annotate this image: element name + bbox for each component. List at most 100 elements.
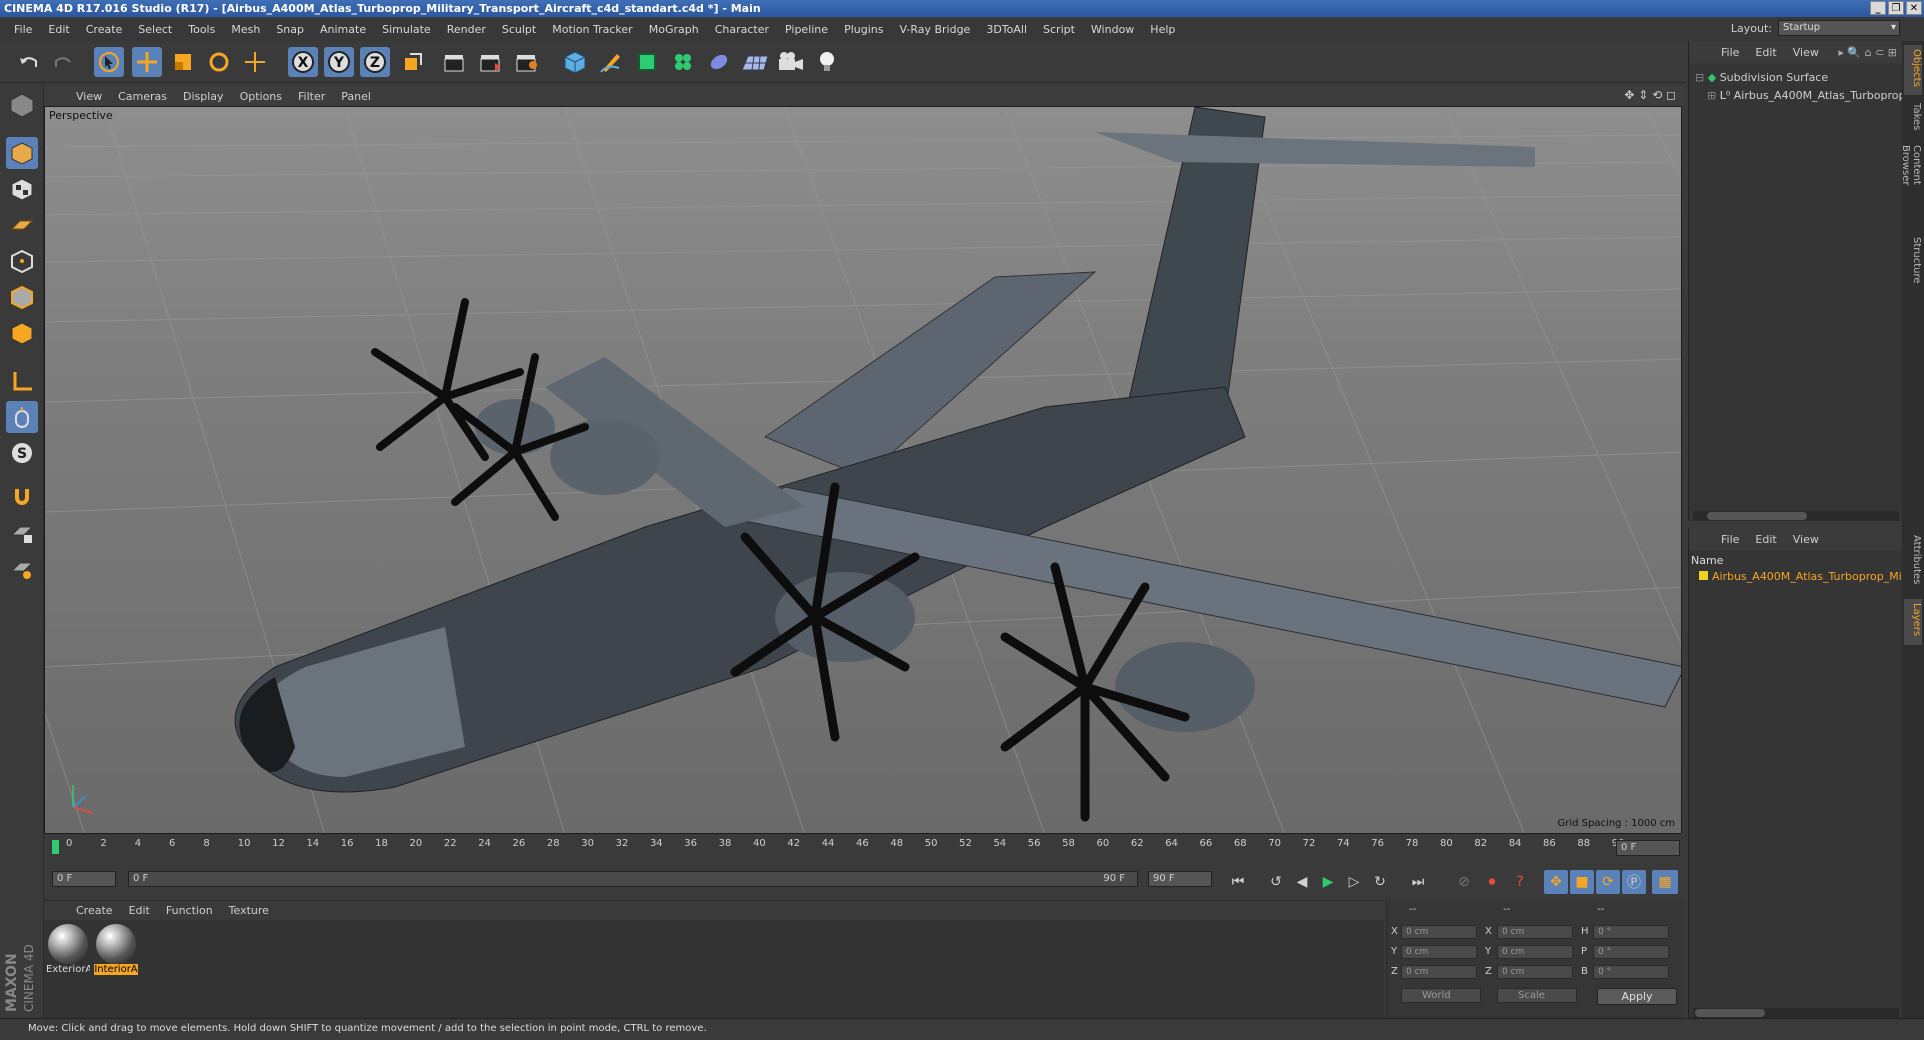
viewport-menu-cameras[interactable]: Cameras — [110, 90, 175, 103]
viewport-nav-icons[interactable]: ✥ ⇕ ⟲ ◻ — [1624, 88, 1676, 102]
key-scale-button[interactable]: ■ — [1570, 870, 1594, 894]
edges-mode-button[interactable] — [6, 281, 38, 313]
size-x-field[interactable]: 0 cm — [1497, 925, 1573, 939]
object-manager-scrollbar[interactable] — [1693, 511, 1899, 521]
transform-button[interactable] — [240, 47, 270, 77]
keyframe-selection-button[interactable]: ? — [1508, 870, 1532, 894]
tab-attributes[interactable]: Attributes — [1904, 531, 1922, 595]
menu-vray-bridge[interactable]: V-Ray Bridge — [891, 23, 978, 36]
move-button[interactable] — [132, 47, 162, 77]
menu-mesh[interactable]: Mesh — [223, 23, 268, 36]
start-frame-field[interactable]: 0 F — [52, 871, 116, 887]
viewport-menu-view[interactable]: View — [68, 90, 110, 103]
undo-button[interactable] — [14, 47, 44, 77]
size-mode-dropdown[interactable]: Scale — [1497, 988, 1577, 1003]
object-manager-tools-icons[interactable]: ▸ 🔍 ⌂ ⊂ ⊞ — [1838, 46, 1897, 59]
rotation-b-field[interactable]: 0 ° — [1593, 965, 1669, 979]
menu-mograph[interactable]: MoGraph — [641, 23, 707, 36]
tab-content-browser[interactable]: Content Browser — [1900, 141, 1922, 231]
object-menu-file[interactable]: File — [1713, 46, 1747, 59]
scrollbar-thumb[interactable] — [1707, 512, 1807, 520]
previous-key-button[interactable]: ↺ — [1264, 870, 1288, 894]
menu-character[interactable]: Character — [707, 23, 777, 36]
menu-3dtoall[interactable]: 3DToAll — [978, 23, 1035, 36]
scrollbar-thumb[interactable] — [1695, 1009, 1765, 1017]
make-editable-button[interactable] — [6, 89, 38, 121]
object-menu-edit[interactable]: Edit — [1747, 46, 1784, 59]
timeline-ruler[interactable]: 0 2 4 6 8 10 12 14 16 18 20 22 24 26 28 30 32 34 36 38 40 42 4… — [44, 836, 1684, 860]
menu-select[interactable]: Select — [130, 23, 180, 36]
material-interior[interactable]: InteriorA — [94, 922, 138, 978]
position-y-field[interactable]: 0 cm — [1401, 945, 1477, 959]
layer-item[interactable]: Airbus_A400M_Atlas_Turboprop_Mil — [1699, 570, 1905, 583]
coordinate-space-dropdown[interactable]: World — [1401, 988, 1481, 1003]
collapse-icon[interactable]: ⊟ — [1695, 71, 1704, 84]
rotate-button[interactable] — [204, 47, 234, 77]
texture-mode-button[interactable] — [6, 173, 38, 205]
layer-menu-edit[interactable]: Edit — [1747, 533, 1784, 546]
go-to-end-button[interactable]: ⏭ — [1406, 870, 1430, 894]
mograph-button[interactable] — [668, 47, 698, 77]
workplane-options-button[interactable] — [6, 553, 38, 585]
next-frame-button[interactable]: ▷ — [1342, 870, 1366, 894]
tree-item-airbus[interactable]: ⊞ L⁰ Airbus_A400M_Atlas_Turboprop_M — [1707, 89, 1920, 102]
close-icon[interactable]: ✕ — [1906, 1, 1922, 15]
material-menu-texture[interactable]: Texture — [221, 904, 277, 917]
workplane-mode-button[interactable] — [6, 209, 38, 241]
position-z-field[interactable]: 0 cm — [1401, 965, 1477, 979]
menu-pipeline[interactable]: Pipeline — [777, 23, 836, 36]
menu-help[interactable]: Help — [1142, 23, 1183, 36]
menu-render[interactable]: Render — [439, 23, 494, 36]
material-menu-edit[interactable]: Edit — [121, 904, 158, 917]
viewport-menu-display[interactable]: Display — [175, 90, 232, 103]
tweak-mode-button[interactable] — [6, 401, 38, 433]
viewport-3d[interactable]: Perspective Grid Spacing : 1000 cm — [44, 106, 1682, 834]
pen-button[interactable] — [596, 47, 626, 77]
size-y-field[interactable]: 0 cm — [1497, 945, 1573, 959]
position-x-field[interactable]: 0 cm — [1401, 925, 1477, 939]
viewport-menu-panel[interactable]: Panel — [333, 90, 379, 103]
polygons-mode-button[interactable] — [6, 317, 38, 349]
tab-objects[interactable]: Objects — [1904, 45, 1922, 95]
snap-button[interactable] — [6, 481, 38, 513]
tab-structure[interactable]: Structure — [1904, 233, 1922, 297]
key-position-button[interactable]: ✥ — [1544, 870, 1568, 894]
rotation-h-field[interactable]: 0 ° — [1593, 925, 1669, 939]
restore-icon[interactable]: ❐ — [1888, 1, 1904, 15]
points-mode-button[interactable] — [6, 245, 38, 277]
layer-manager-scrollbar[interactable] — [1693, 1008, 1899, 1018]
floor-button[interactable] — [740, 47, 770, 77]
live-selection-button[interactable] — [94, 47, 124, 77]
layout-dropdown[interactable]: Startup ▾ — [1778, 20, 1900, 36]
go-to-start-button[interactable]: ⏮ — [1226, 870, 1250, 894]
scale-button[interactable] — [168, 47, 198, 77]
tab-layers[interactable]: Layers — [1904, 599, 1922, 645]
previous-frame-button[interactable]: ◀ — [1290, 870, 1314, 894]
next-key-button[interactable]: ↻ — [1368, 870, 1392, 894]
render-view-button[interactable] — [440, 47, 470, 77]
render-settings-button[interactable] — [512, 47, 542, 77]
menu-file[interactable]: File — [6, 23, 40, 36]
menu-plugins[interactable]: Plugins — [836, 23, 891, 36]
menu-tools[interactable]: Tools — [180, 23, 223, 36]
lock-workplane-button[interactable] — [6, 517, 38, 549]
viewport-menu-filter[interactable]: Filter — [290, 90, 333, 103]
menu-window[interactable]: Window — [1083, 23, 1142, 36]
menu-simulate[interactable]: Simulate — [374, 23, 439, 36]
subdivision-button[interactable] — [632, 47, 662, 77]
cube-button[interactable] — [560, 47, 590, 77]
deformer-button[interactable] — [704, 47, 734, 77]
menu-create[interactable]: Create — [78, 23, 131, 36]
layer-menu-view[interactable]: View — [1785, 533, 1827, 546]
autokey-button[interactable]: ⏺ — [1480, 870, 1504, 894]
key-rotation-button[interactable]: ⟳ — [1596, 870, 1620, 894]
model-mode-button[interactable] — [6, 137, 38, 169]
minimize-icon[interactable]: _ — [1870, 1, 1886, 15]
viewport-menu-options[interactable]: Options — [232, 90, 290, 103]
light-button[interactable] — [812, 47, 842, 77]
key-parameter-button[interactable]: Ⓟ — [1622, 870, 1646, 894]
axis-mode-button[interactable] — [6, 365, 38, 397]
current-frame-field[interactable]: 0 F — [1616, 840, 1680, 856]
camera-button[interactable] — [776, 47, 806, 77]
play-button[interactable]: ▶ — [1316, 870, 1340, 894]
